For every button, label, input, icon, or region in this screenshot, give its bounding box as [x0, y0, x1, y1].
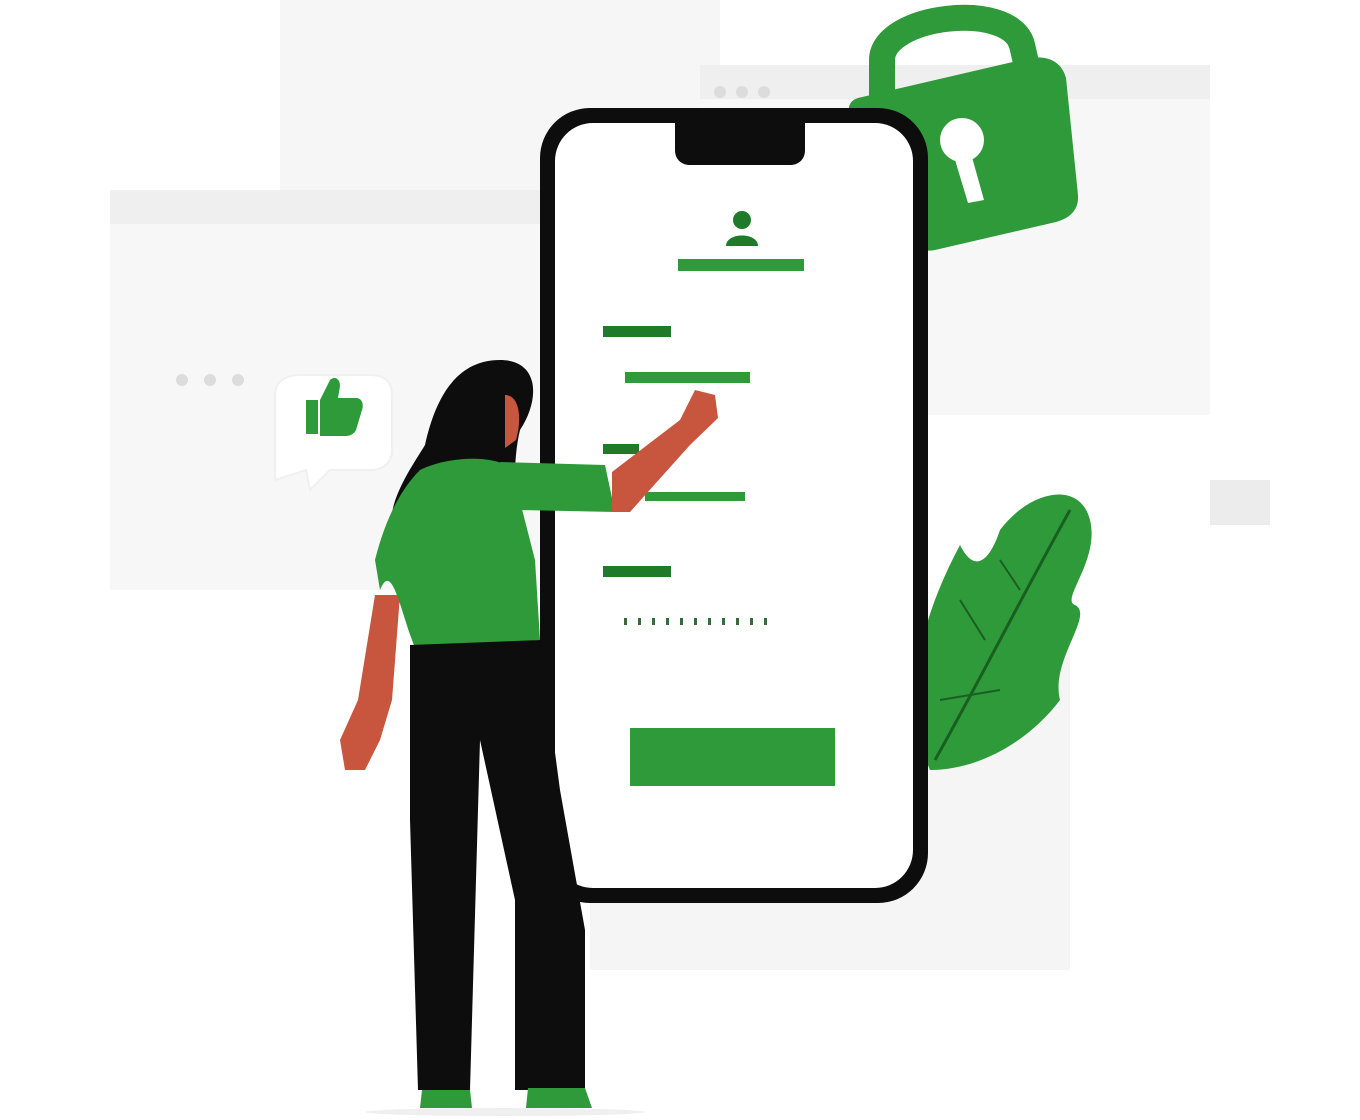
phone-notch	[675, 122, 805, 165]
right-shoe	[526, 1088, 592, 1108]
thumbs-up-bubble	[274, 374, 393, 493]
left-arm	[340, 595, 400, 770]
ground-shadow	[365, 1108, 645, 1116]
username-heading-bar	[678, 259, 804, 271]
field-label-bar	[603, 566, 671, 577]
leaf-icon	[915, 494, 1092, 770]
left-shoe	[420, 1090, 472, 1108]
field-input-bar	[625, 372, 750, 383]
illustration-canvas	[176, 4, 1092, 1116]
field-input-bar	[645, 492, 745, 501]
field-label-bar	[603, 326, 671, 337]
field-label-bar	[603, 444, 639, 454]
login-button[interactable]	[630, 728, 835, 786]
login-illustration	[0, 0, 1360, 1120]
